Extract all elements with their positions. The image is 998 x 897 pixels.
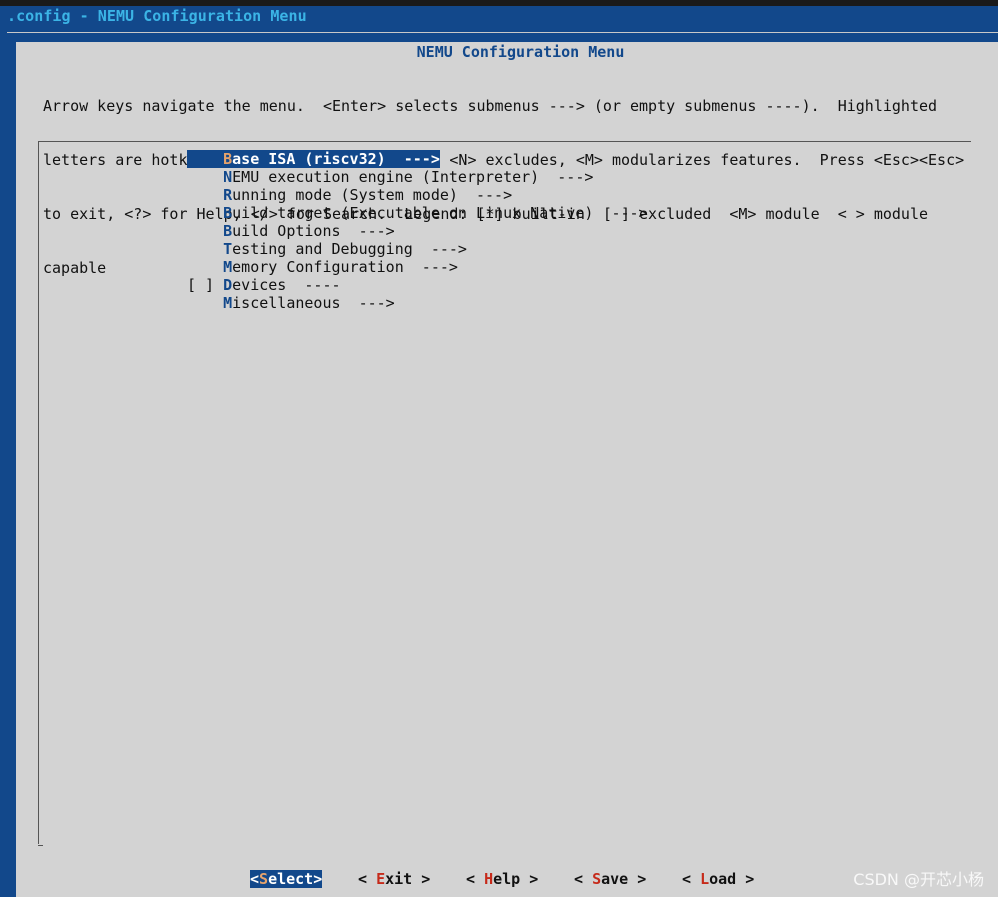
- select-button[interactable]: <Select>: [250, 870, 323, 888]
- window-top-edge: [0, 0, 998, 6]
- menu-item-body: Base ISA (riscv32) --->: [187, 150, 440, 168]
- menu-item-miscellaneous[interactable]: Miscellaneous --->: [187, 294, 648, 312]
- menu-item-devices[interactable]: [ ] Devices ----: [187, 276, 648, 294]
- menu-item-hotkey: N: [223, 168, 233, 186]
- menu-item-prefix: [187, 294, 223, 312]
- button-label: elp >: [493, 870, 539, 888]
- menu-item-label: ase ISA (riscv32) --->: [232, 150, 440, 168]
- window-title: .config - NEMU Configuration Menu: [7, 7, 307, 25]
- dialog-title: NEMU Configuration Menu: [416, 43, 625, 61]
- menu-item-label: emory Configuration --->: [232, 258, 458, 276]
- menu-item-build-target[interactable]: Build target (Executable on Linux Native…: [187, 204, 648, 222]
- button-bracket: <: [250, 870, 260, 888]
- button-bracket: <: [682, 870, 701, 888]
- menu-item-prefix: [187, 204, 223, 222]
- load-button[interactable]: < Load >: [682, 870, 754, 888]
- button-hotkey: S: [592, 870, 602, 888]
- menu-list: Base ISA (riscv32) ---> NEMU execution e…: [187, 150, 648, 312]
- button-label: ave >: [601, 870, 647, 888]
- menu-item-prefix: [187, 168, 223, 186]
- menu-item-prefix: [187, 222, 223, 240]
- exit-button[interactable]: < Exit >: [358, 870, 430, 888]
- menu-item-label: esting and Debugging --->: [232, 240, 467, 258]
- menu-item-memory-configuration[interactable]: Memory Configuration --->: [187, 258, 648, 276]
- menu-item-prefix: [187, 240, 223, 258]
- config-dialog: NEMU Configuration Menu Arrow keys navig…: [16, 42, 998, 897]
- menu-item-body: Build target (Executable on Linux Native…: [187, 204, 648, 222]
- menu-item-hotkey: M: [223, 258, 233, 276]
- button-bracket: <: [358, 870, 377, 888]
- button-hotkey: L: [700, 870, 710, 888]
- button-hotkey: H: [484, 870, 494, 888]
- button-bracket: <: [574, 870, 593, 888]
- menu-item-body: Testing and Debugging --->: [187, 240, 467, 258]
- button-label: xit >: [385, 870, 431, 888]
- menu-item-build-options[interactable]: Build Options --->: [187, 222, 648, 240]
- button-label: oad >: [709, 870, 755, 888]
- menu-item-body: [ ] Devices ----: [187, 276, 341, 294]
- menu-item-nemu-execution-engine[interactable]: NEMU execution engine (Interpreter) --->: [187, 168, 648, 186]
- menu-item-hotkey: B: [223, 150, 233, 168]
- button-hotkey: S: [259, 870, 269, 888]
- menu-item-hotkey: D: [223, 276, 233, 294]
- menu-item-prefix[interactable]: [ ]: [187, 276, 223, 294]
- menu-list-box: Base ISA (riscv32) ---> NEMU execution e…: [38, 141, 971, 846]
- menu-item-body: Miscellaneous --->: [187, 294, 395, 312]
- menu-item-label: unning mode (System mode) --->: [232, 186, 513, 204]
- save-button[interactable]: < Save >: [574, 870, 646, 888]
- button-label: elect>: [268, 870, 323, 888]
- menu-item-prefix: [187, 258, 223, 276]
- menu-item-body: NEMU execution engine (Interpreter) --->: [187, 168, 593, 186]
- menu-item-hotkey: T: [223, 240, 233, 258]
- menu-item-label: uild Options --->: [232, 222, 395, 240]
- menu-item-label: EMU execution engine (Interpreter) --->: [232, 168, 594, 186]
- button-bar: <Select> < Exit > < Help > < Save > < Load >: [16, 870, 998, 890]
- menu-item-label: evices ----: [232, 276, 341, 294]
- menu-item-hotkey: B: [223, 204, 233, 222]
- watermark: CSDN @开芯小杨: [853, 870, 984, 889]
- menu-item-label: iscellaneous --->: [232, 294, 395, 312]
- menu-item-prefix: [187, 186, 223, 204]
- menu-item-prefix: [187, 150, 223, 168]
- help-line: Arrow keys navigate the menu. <Enter> se…: [43, 97, 938, 115]
- menu-item-body: Build Options --->: [187, 222, 395, 240]
- menu-item-hotkey: M: [223, 294, 233, 312]
- button-bracket: <: [466, 870, 485, 888]
- menu-item-testing-and-debugging[interactable]: Testing and Debugging --->: [187, 240, 648, 258]
- menu-item-body: Running mode (System mode) --->: [187, 186, 512, 204]
- menu-item-base-isa[interactable]: Base ISA (riscv32) --->: [187, 150, 648, 168]
- menu-item-hotkey: B: [223, 222, 233, 240]
- title-divider: [7, 32, 998, 33]
- menu-item-running-mode[interactable]: Running mode (System mode) --->: [187, 186, 648, 204]
- menu-item-label: uild target (Executable on Linux Native)…: [232, 204, 648, 222]
- menu-item-hotkey: R: [223, 186, 233, 204]
- menu-item-body: Memory Configuration --->: [187, 258, 458, 276]
- button-hotkey: E: [376, 870, 386, 888]
- help-button[interactable]: < Help >: [466, 870, 538, 888]
